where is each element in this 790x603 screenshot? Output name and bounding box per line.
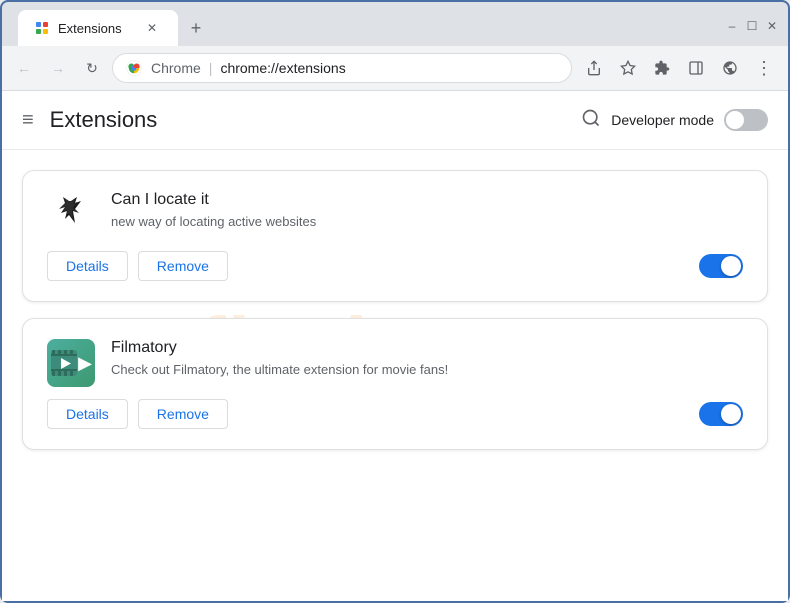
window-controls: – ☐ ✕ <box>724 18 780 34</box>
extension-icon-1 <box>47 339 95 387</box>
share-icon[interactable] <box>578 52 610 84</box>
page-content: flash.com ≡ Extensions Developer mode <box>2 91 788 601</box>
hamburger-menu-button[interactable]: ≡ <box>22 109 34 132</box>
extension-info-1: Filmatory Check out Filmatory, the ultim… <box>111 339 743 379</box>
url-separator: | <box>209 60 213 76</box>
extension-name-0: Can I locate it <box>111 191 743 209</box>
maximize-button[interactable]: ☐ <box>744 18 760 34</box>
refresh-button[interactable]: ↻ <box>78 54 106 82</box>
chrome-logo-icon <box>125 59 143 77</box>
extensions-header: ≡ Extensions Developer mode <box>2 91 788 150</box>
extension-toggle-0[interactable] <box>699 254 743 278</box>
ext-buttons-1: Details Remove <box>47 399 228 429</box>
profile-icon[interactable] <box>714 52 746 84</box>
active-tab[interactable]: Extensions ✕ <box>18 10 178 46</box>
tab-close-button[interactable]: ✕ <box>142 18 162 38</box>
extension-top-0: Can I locate it new way of locating acti… <box>47 191 743 239</box>
toolbar-icons: ⋮ <box>578 52 780 84</box>
close-button[interactable]: ✕ <box>764 18 780 34</box>
remove-button-0[interactable]: Remove <box>138 251 228 281</box>
url-bar[interactable]: Chrome | chrome://extensions <box>112 53 572 83</box>
extension-card-0: Can I locate it new way of locating acti… <box>22 170 768 302</box>
extension-icon-0 <box>47 191 95 239</box>
tab-favicon <box>34 20 50 36</box>
toggle-knob-1 <box>721 404 741 424</box>
extension-desc-0: new way of locating active websites <box>111 213 743 231</box>
browser-name: Chrome <box>151 60 201 76</box>
forward-button[interactable]: → <box>44 54 72 82</box>
search-button[interactable] <box>581 108 601 133</box>
remove-button-1[interactable]: Remove <box>138 399 228 429</box>
minimize-button[interactable]: – <box>724 18 740 34</box>
address-bar: ← → ↻ Chrome | chrome://extensions <box>2 46 788 91</box>
details-button-0[interactable]: Details <box>47 251 128 281</box>
toggle-knob-0 <box>721 256 741 276</box>
browser-window: Extensions ✕ + – ☐ ✕ ← → ↻ Chrome <box>0 0 790 603</box>
sidebar-icon[interactable] <box>680 52 712 84</box>
details-button-1[interactable]: Details <box>47 399 128 429</box>
extension-card-1: Filmatory Check out Filmatory, the ultim… <box>22 318 768 450</box>
url-text: chrome://extensions <box>220 60 345 76</box>
bookmark-icon[interactable] <box>612 52 644 84</box>
developer-mode-toggle[interactable] <box>724 109 768 131</box>
menu-icon[interactable]: ⋮ <box>748 52 780 84</box>
back-button[interactable]: ← <box>10 54 38 82</box>
ext-buttons-0: Details Remove <box>47 251 228 281</box>
extensions-list: Can I locate it new way of locating acti… <box>2 150 788 470</box>
toggle-knob <box>726 111 744 129</box>
extension-toggle-1[interactable] <box>699 402 743 426</box>
header-right: Developer mode <box>581 108 768 133</box>
page-title: Extensions <box>50 107 158 133</box>
extension-desc-1: Check out Filmatory, the ultimate extens… <box>111 361 743 379</box>
dev-mode-label: Developer mode <box>611 112 714 128</box>
extension-name-1: Filmatory <box>111 339 743 357</box>
extensions-puzzle-icon[interactable] <box>646 52 678 84</box>
new-tab-button[interactable]: + <box>182 14 210 42</box>
tab-label: Extensions <box>58 21 134 36</box>
extension-top-1: Filmatory Check out Filmatory, the ultim… <box>47 339 743 387</box>
extension-bottom-1: Details Remove <box>47 399 743 429</box>
extension-bottom-0: Details Remove <box>47 251 743 281</box>
extension-info-0: Can I locate it new way of locating acti… <box>111 191 743 231</box>
title-bar: Extensions ✕ + – ☐ ✕ <box>2 2 788 46</box>
header-left: ≡ Extensions <box>22 107 157 133</box>
